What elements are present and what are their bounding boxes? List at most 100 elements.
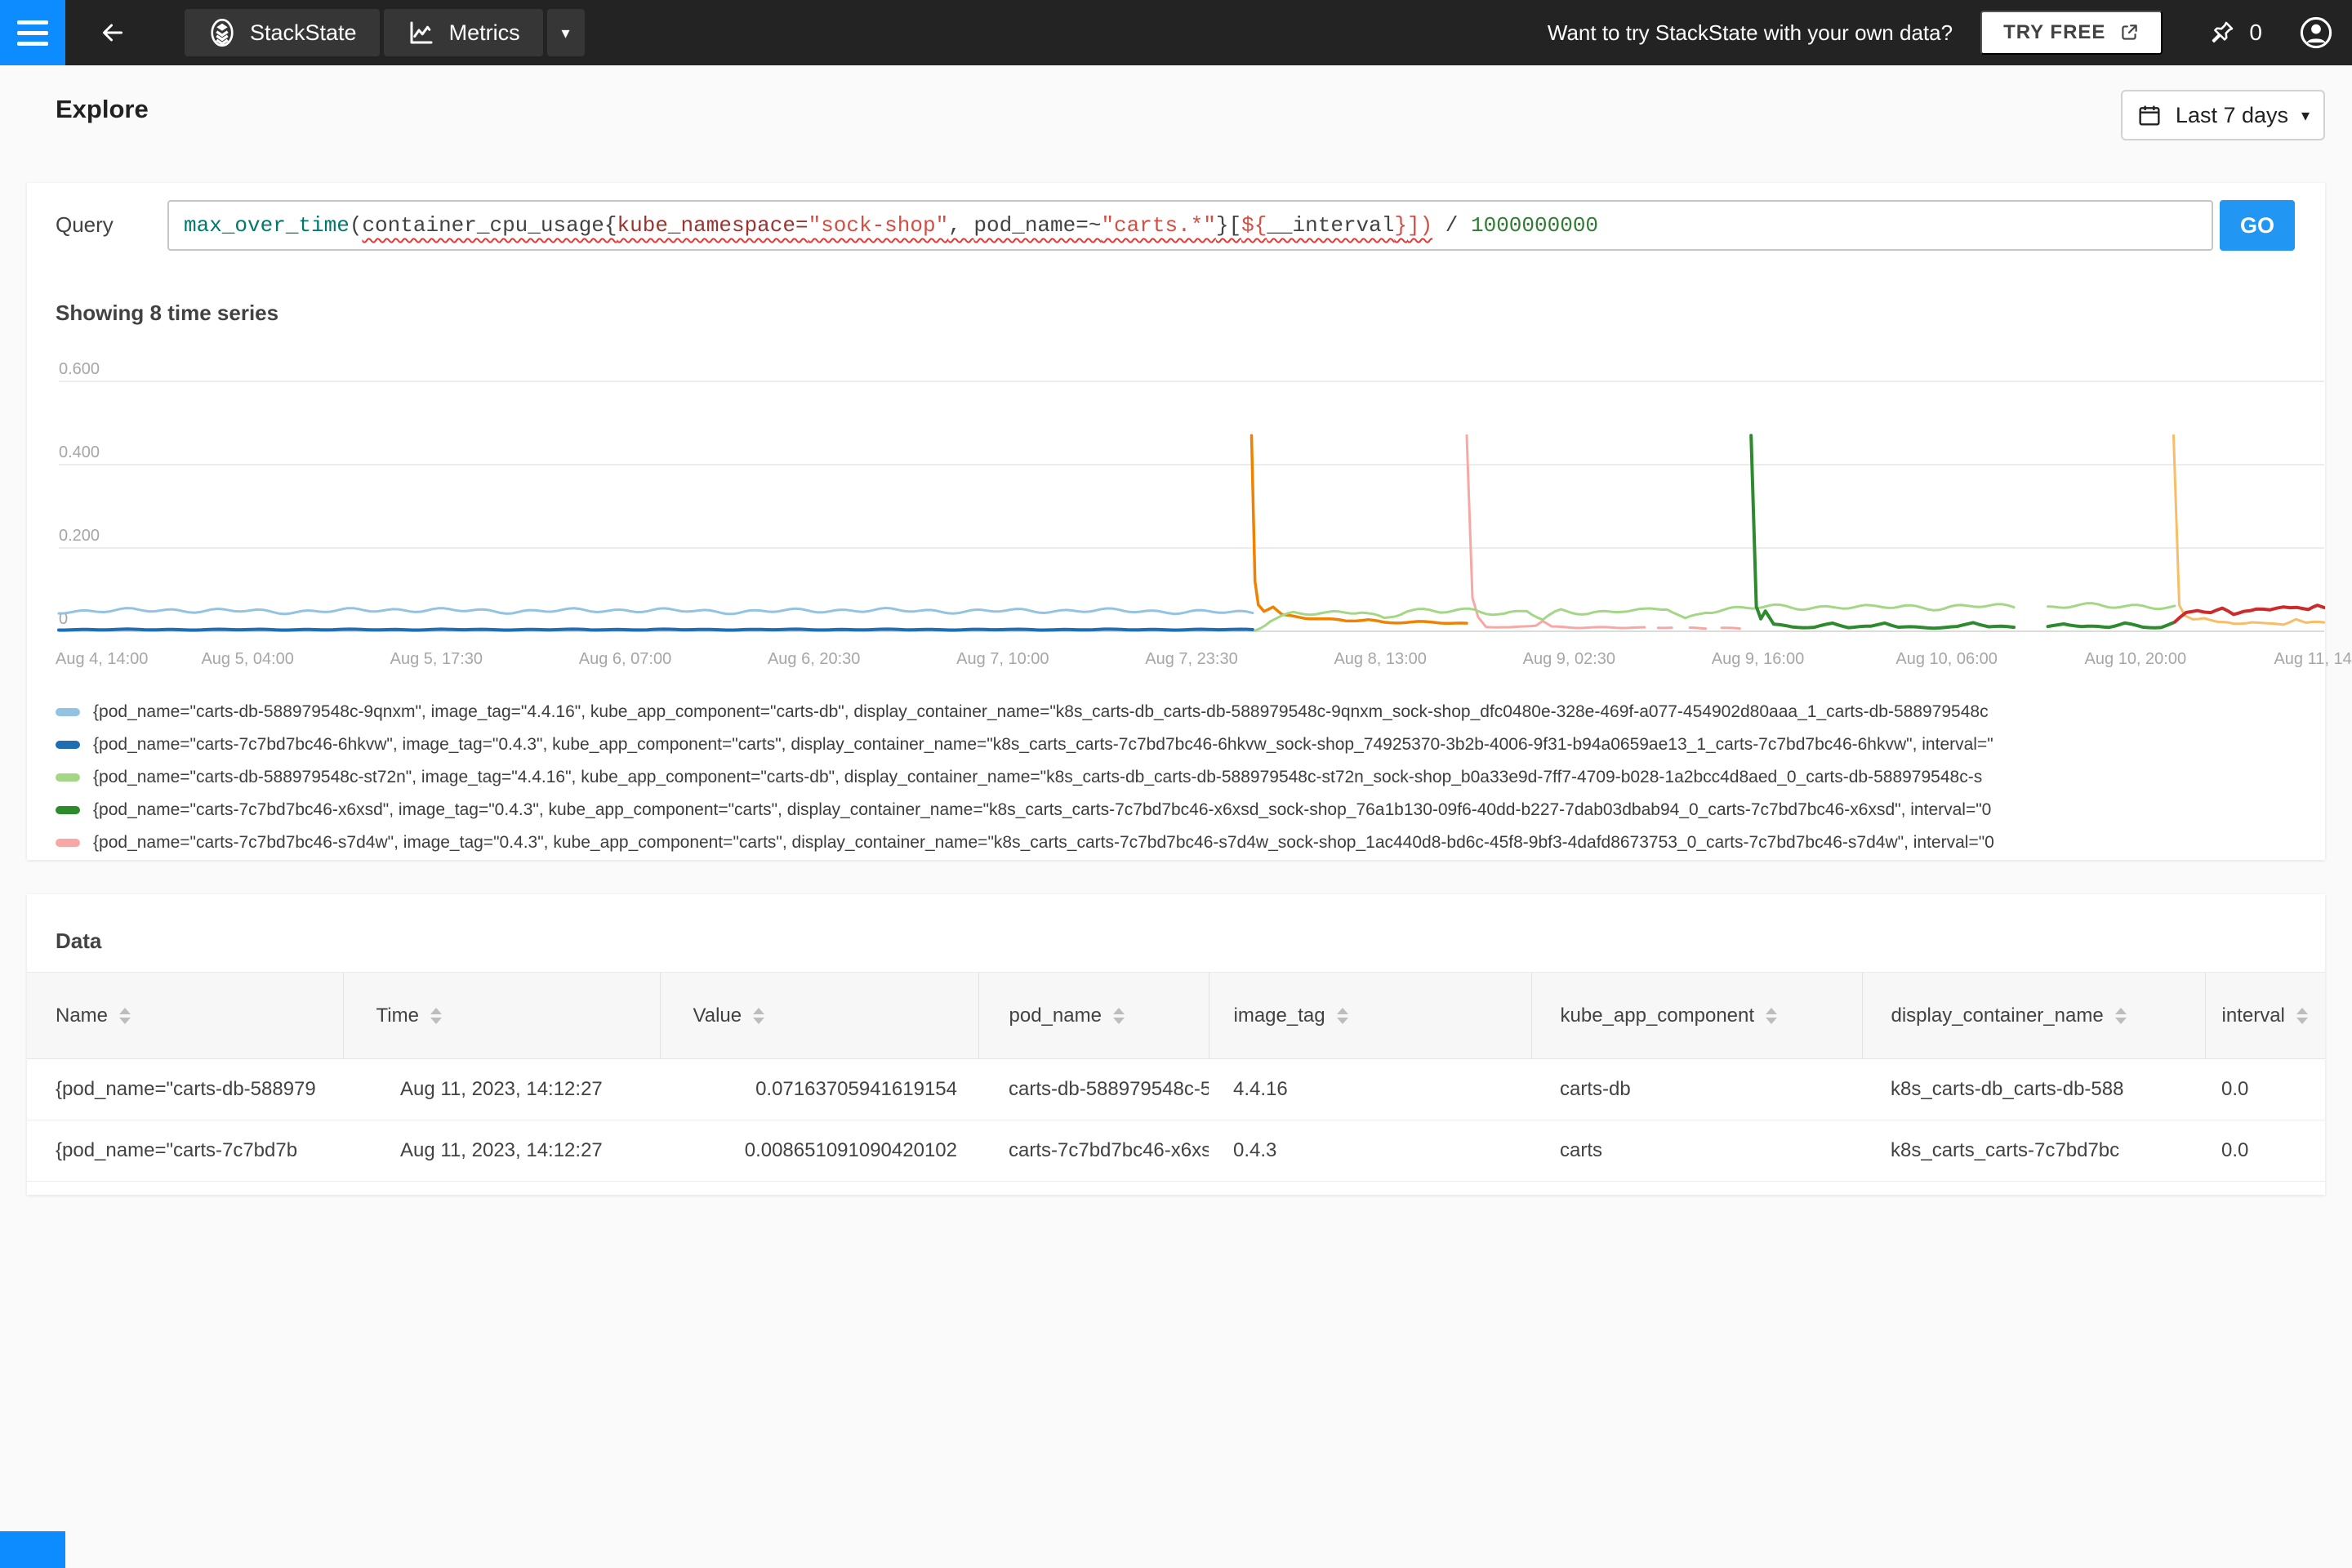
series-carts-7c7bd7bc46-s7d4w — [1688, 626, 1708, 630]
time-range-label: Last 7 days — [2175, 102, 2289, 127]
sort-icon[interactable] — [2296, 1008, 2308, 1025]
svg-text:0.600: 0.600 — [59, 360, 100, 378]
column-header-label: pod_name — [1009, 1004, 1102, 1027]
tab-metrics[interactable]: Metrics — [383, 9, 543, 56]
query-token: kube_namespace= — [617, 213, 808, 238]
legend-label: {pod_name="carts-7c7bd7bc46-s7d4w", imag… — [93, 833, 1994, 852]
sort-icon[interactable] — [119, 1008, 131, 1025]
sort-icon[interactable] — [430, 1008, 442, 1025]
table-cell: carts-7c7bd7bc46-x6xsd — [978, 1120, 1209, 1182]
chart-x-axis: Aug 4, 14:00 Aug 5, 04:00 Aug 5, 17:30 Aug … — [27, 650, 2352, 675]
column-header-kube-app-component[interactable]: kube_app_component — [1530, 972, 1862, 1059]
column-header-time[interactable]: Time — [342, 972, 660, 1059]
sidebar-corner — [0, 1531, 65, 1568]
legend-label: {pod_name="carts-7c7bd7bc46-x6xsd", imag… — [93, 800, 1992, 819]
series-carts-db-588979548c-st72n — [2047, 602, 2176, 611]
legend-label: {pod_name="carts-db-588979548c-st72n", i… — [93, 768, 1983, 786]
metrics-chart-icon — [410, 21, 433, 44]
tab-stackstate[interactable]: StackState — [185, 9, 380, 56]
tab-metrics-label: Metrics — [448, 20, 520, 45]
data-table-body: {pod_name="carts-db-588979 Aug 11, 2023, … — [27, 1058, 2325, 1182]
table-cell: 0.008651091090420102 — [660, 1120, 978, 1182]
chevron-down-icon: ▾ — [561, 24, 570, 42]
sort-icon[interactable] — [753, 1008, 765, 1025]
top-bar: StackState Metrics ▾ Want to try StackSt… — [0, 0, 2352, 65]
data-table: Name Time Value pod_name image_tag kube_app_c… — [27, 972, 2325, 1182]
column-header-pod-name[interactable]: pod_name — [978, 972, 1209, 1059]
series-carts-db-588979548c-9qnxm — [57, 607, 1254, 616]
query-code: max_over_time(container_cpu_usage{kube_n… — [184, 213, 1598, 238]
column-header-label: Name — [56, 1004, 109, 1027]
query-token: } — [1394, 213, 1407, 238]
legend-swatch — [56, 773, 80, 782]
column-header-label: kube_app_component — [1560, 1004, 1755, 1027]
query-token: / — [1432, 213, 1471, 238]
sort-icon[interactable] — [1336, 1008, 1348, 1025]
tab-dropdown-button[interactable]: ▾ — [546, 9, 585, 56]
table-row[interactable]: {pod_name="carts-7c7bd7b Aug 11, 2023, 14… — [27, 1120, 2325, 1182]
column-header-name[interactable]: Name — [27, 972, 343, 1059]
column-header-label: Time — [376, 1004, 419, 1027]
time-range-button[interactable]: Last 7 days ▾ — [2121, 90, 2325, 140]
pinned-views[interactable]: 0 — [2208, 19, 2262, 47]
query-token: pod_name=~ — [973, 213, 1102, 238]
pin-count: 0 — [2249, 20, 2262, 45]
query-token: }[ — [1215, 213, 1242, 238]
legend-swatch — [56, 839, 80, 847]
back-button[interactable] — [88, 8, 137, 57]
table-cell: 0.07163705941619154 — [660, 1058, 978, 1120]
table-cell: k8s_carts-db_carts-db-588 — [1862, 1058, 2205, 1120]
query-token: , — [948, 213, 974, 238]
svg-text:0.400: 0.400 — [59, 443, 100, 461]
go-button[interactable]: GO — [2220, 200, 2295, 251]
legend-item[interactable]: {pod_name="carts-7c7bd7bc46-6hkvw", imag… — [56, 728, 2318, 761]
x-tick-label: Aug 11, 14:00 — [2274, 650, 2352, 668]
column-header-interval[interactable]: interval — [2204, 972, 2325, 1059]
page-title: Explore — [56, 95, 149, 123]
legend-item[interactable]: {pod_name="carts-7c7bd7bc46-x6xsd", imag… — [56, 794, 2318, 826]
data-card: Data Name Time Value pod_name image_tag kube_… — [27, 894, 2325, 1195]
tab-stackstate-label: StackState — [250, 20, 357, 45]
calendar-icon — [2139, 105, 2160, 126]
table-row[interactable]: {pod_name="carts-db-588979 Aug 11, 2023, … — [27, 1058, 2325, 1120]
x-tick-label: Aug 10, 06:00 — [1895, 650, 1998, 668]
x-tick-label: Aug 9, 16:00 — [1711, 650, 1805, 668]
legend-item[interactable]: {pod_name="carts-db-588979548c-9qnxm", i… — [56, 696, 2318, 728]
column-header-image-tag[interactable]: image_tag — [1208, 972, 1531, 1059]
series-carts-7c7bd7bc46-x6xsd — [2046, 621, 2176, 630]
x-tick-label: Aug 4, 14:00 — [56, 650, 149, 668]
table-cell: 0.0 — [2205, 1058, 2325, 1120]
x-tick-label: Aug 9, 02:30 — [1522, 650, 1616, 668]
query-token: "carts.*" — [1101, 213, 1216, 238]
sort-icon[interactable] — [2114, 1008, 2127, 1025]
x-tick-label: Aug 7, 23:30 — [1145, 650, 1238, 668]
legend-label: {pod_name="carts-7c7bd7bc46-6hkvw", imag… — [93, 735, 1993, 754]
table-cell: carts-db — [1531, 1058, 1862, 1120]
stackstate-logo-icon — [211, 18, 234, 47]
try-free-button[interactable]: TRY FREE — [1980, 11, 2163, 55]
column-header-display-container-name[interactable]: display_container_name — [1861, 972, 2205, 1059]
chart-legend: {pod_name="carts-db-588979548c-9qnxm", i… — [56, 696, 2318, 859]
time-series-chart[interactable]: 0.6000.4000.2000 — [27, 346, 2325, 673]
hamburger-menu-button[interactable] — [0, 0, 65, 65]
query-input[interactable]: max_over_time(container_cpu_usage{kube_n… — [167, 200, 2213, 251]
legend-item[interactable]: {pod_name="carts-db-588979548c-st72n", i… — [56, 761, 2318, 794]
sort-icon[interactable] — [1112, 1008, 1125, 1025]
chart-title: Showing 8 time series — [56, 301, 279, 325]
table-cell: carts-db-588979548c-55p — [978, 1058, 1209, 1120]
legend-item[interactable]: {pod_name="carts-7c7bd7bc46-s7d4w", imag… — [56, 826, 2318, 859]
x-tick-label: Aug 7, 10:00 — [956, 650, 1049, 668]
view-tabs: StackState Metrics ▾ — [185, 9, 585, 56]
column-header-label: image_tag — [1233, 1004, 1325, 1027]
table-cell: Aug 11, 2023, 14:12:27 — [343, 1058, 660, 1120]
query-token: 1000000000 — [1471, 213, 1599, 238]
x-tick-label: Aug 10, 20:00 — [2084, 650, 2187, 668]
promo-text: Want to try StackState with your own dat… — [1547, 20, 1953, 45]
series-carts-7c7bd7bc46-6hkvw — [57, 627, 1254, 632]
sort-icon[interactable] — [1766, 1008, 1778, 1025]
series-orange-spike — [1250, 434, 1468, 626]
column-header-value[interactable]: Value — [659, 972, 978, 1059]
x-tick-label: Aug 6, 20:30 — [767, 650, 861, 668]
x-tick-label: Aug 5, 04:00 — [201, 650, 294, 668]
user-avatar-button[interactable] — [2298, 15, 2334, 51]
